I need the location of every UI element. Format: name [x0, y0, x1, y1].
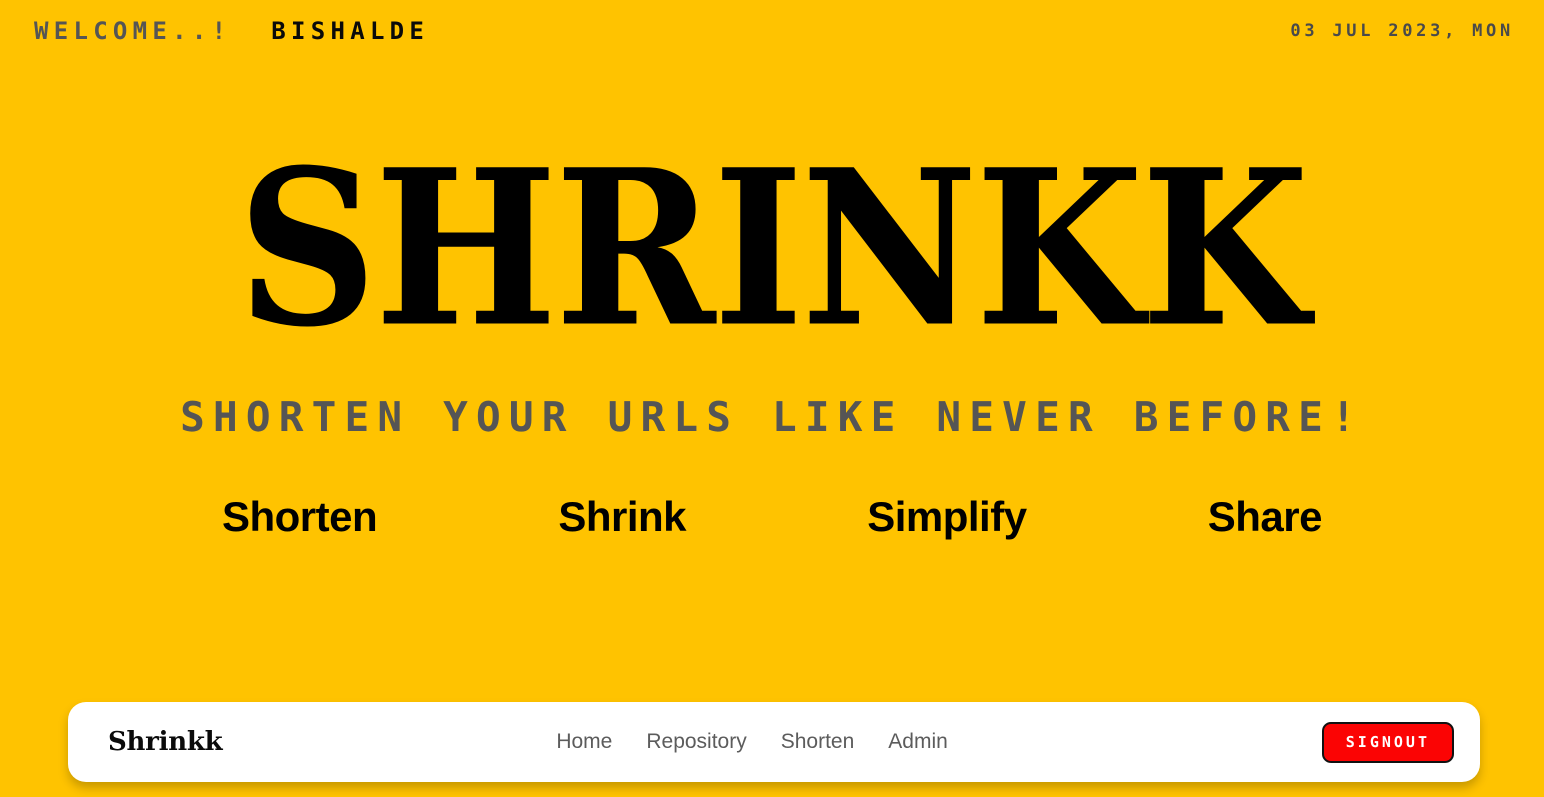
hero-section: SHRINKK SHORTEN YOUR URLS LIKE NEVER BEF… — [0, 62, 1544, 797]
nav-link-shorten[interactable]: Shorten — [781, 730, 855, 754]
current-date: 03 JUL 2023, MON — [1290, 21, 1514, 41]
nav-link-admin[interactable]: Admin — [888, 730, 948, 754]
feature-word-shorten: Shorten — [222, 492, 378, 540]
welcome-greeting: WELCOME..! BISHALDE — [34, 17, 429, 45]
welcome-username: BISHALDE — [271, 17, 430, 45]
nav-link-repository[interactable]: Repository — [646, 730, 746, 754]
welcome-label: WELCOME..! — [34, 17, 232, 45]
feature-word-shrink: Shrink — [558, 492, 687, 540]
page-title: SHRINKK — [237, 122, 1309, 375]
feature-word-simplify: Simplify — [867, 492, 1027, 540]
hero-tagline: SHORTEN YOUR URLS LIKE NEVER BEFORE! — [180, 392, 1364, 441]
navbar-links: Home Repository Shorten Admin — [182, 730, 1321, 754]
feature-word-list: Shorten Shrink Simplify Share — [222, 493, 1322, 541]
bottom-navbar: Shrinkk Home Repository Shorten Admin SI… — [68, 702, 1480, 782]
signout-button[interactable]: SIGNOUT — [1321, 721, 1454, 763]
nav-link-home[interactable]: Home — [556, 730, 612, 754]
feature-word-share: Share — [1207, 492, 1323, 540]
topbar: WELCOME..! BISHALDE 03 JUL 2023, MON — [0, 0, 1544, 62]
